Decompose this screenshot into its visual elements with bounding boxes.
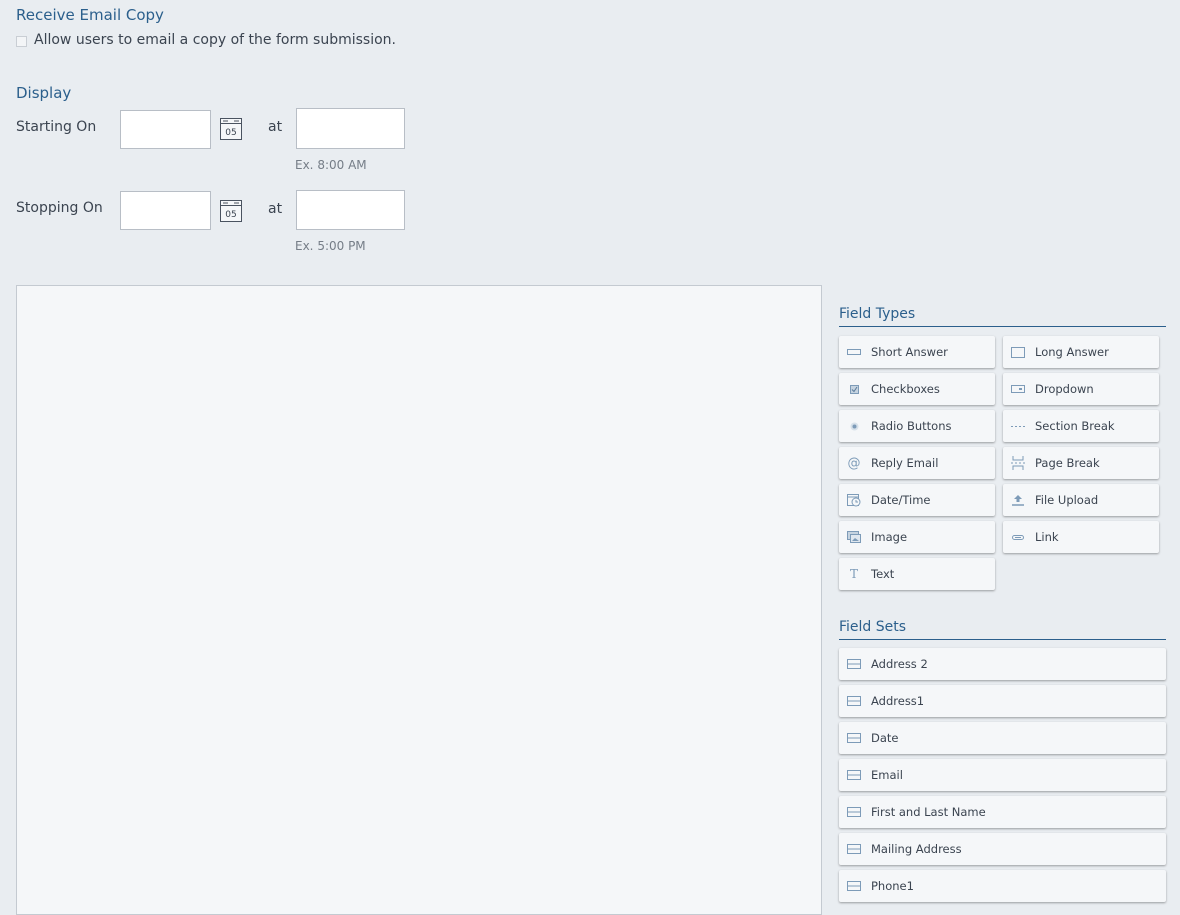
field-set-icon: [846, 841, 862, 857]
field-type-label: Image: [871, 530, 908, 544]
field-set-label: Date: [871, 731, 899, 745]
field-set-label: Address 2: [871, 657, 928, 671]
field-type-checkboxes[interactable]: Checkboxes: [839, 373, 995, 405]
image-icon: [846, 529, 862, 545]
start-time-input[interactable]: [296, 108, 405, 149]
link-icon: [1010, 529, 1026, 545]
field-set-email[interactable]: Email: [839, 759, 1166, 791]
field-set-first-and-last-name[interactable]: First and Last Name: [839, 796, 1166, 828]
field-set-phone1[interactable]: Phone1: [839, 870, 1166, 902]
stop-time-hint: Ex. 5:00 PM: [295, 239, 366, 253]
field-type-section-break[interactable]: Section Break: [1003, 410, 1159, 442]
email-copy-checkbox[interactable]: [16, 36, 27, 47]
receive-email-copy-title: Receive Email Copy: [16, 6, 164, 24]
long-answer-icon: [1010, 344, 1026, 360]
stop-date-input[interactable]: [120, 191, 211, 230]
field-type-label: Section Break: [1035, 419, 1115, 433]
field-type-reply-email[interactable]: @ Reply Email: [839, 447, 995, 479]
field-set-address-2[interactable]: Address 2: [839, 648, 1166, 680]
at-icon: @: [847, 455, 861, 471]
field-set-icon: [846, 804, 862, 820]
dropdown-icon: [1010, 381, 1026, 397]
field-type-link[interactable]: Link: [1003, 521, 1159, 553]
field-type-page-break[interactable]: Page Break: [1003, 447, 1159, 479]
field-type-label: File Upload: [1035, 493, 1099, 507]
page-break-icon: [1010, 455, 1026, 471]
display-title: Display: [16, 84, 72, 102]
field-types-header: Field Types: [839, 306, 1166, 327]
field-sets-header: Field Sets: [839, 619, 1166, 640]
field-set-label: Phone1: [871, 879, 914, 893]
field-set-icon: [846, 730, 862, 746]
field-set-icon: [846, 767, 862, 783]
calendar-icon[interactable]: 05: [220, 200, 242, 222]
field-type-label: Short Answer: [871, 345, 948, 359]
field-type-date-time[interactable]: Date/Time: [839, 484, 995, 516]
start-at-label: at: [268, 119, 283, 135]
calendar-icon[interactable]: 05: [220, 118, 242, 140]
field-type-label: Page Break: [1035, 456, 1100, 470]
field-set-label: Address1: [871, 694, 925, 708]
field-type-radio-buttons[interactable]: Radio Buttons: [839, 410, 995, 442]
checkbox-icon: [846, 381, 862, 397]
field-set-label: Mailing Address: [871, 842, 962, 856]
stopping-on-label: Stopping On: [16, 200, 103, 216]
field-set-label: First and Last Name: [871, 805, 986, 819]
field-set-icon: [846, 656, 862, 672]
field-set-label: Email: [871, 768, 903, 782]
calendar-day-text: 05: [225, 128, 236, 138]
email-copy-checkbox-label: Allow users to email a copy of the form …: [34, 32, 396, 48]
field-type-label: Long Answer: [1035, 345, 1109, 359]
start-date-input[interactable]: [120, 110, 211, 149]
field-type-short-answer[interactable]: Short Answer: [839, 336, 995, 368]
radio-icon: [846, 418, 862, 434]
short-answer-icon: [846, 344, 862, 360]
field-set-date[interactable]: Date: [839, 722, 1166, 754]
field-type-dropdown[interactable]: Dropdown: [1003, 373, 1159, 405]
field-type-label: Dropdown: [1035, 382, 1094, 396]
start-time-hint: Ex. 8:00 AM: [295, 158, 367, 172]
stop-at-label: at: [268, 201, 283, 217]
field-type-label: Date/Time: [871, 493, 931, 507]
field-type-label: Text: [871, 567, 895, 581]
field-type-long-answer[interactable]: Long Answer: [1003, 336, 1159, 368]
field-type-image[interactable]: Image: [839, 521, 995, 553]
stop-time-input[interactable]: [296, 190, 405, 230]
text-icon: T: [849, 567, 858, 581]
form-canvas[interactable]: [16, 285, 822, 915]
field-set-mailing-address[interactable]: Mailing Address: [839, 833, 1166, 865]
calendar-clock-icon: [846, 492, 862, 508]
calendar-day-text: 05: [225, 210, 236, 220]
starting-on-label: Starting On: [16, 119, 97, 135]
field-type-file-upload[interactable]: File Upload: [1003, 484, 1159, 516]
field-type-label: Reply Email: [871, 456, 939, 470]
field-type-label: Radio Buttons: [871, 419, 952, 433]
field-set-icon: [846, 693, 862, 709]
field-set-icon: [846, 878, 862, 894]
field-type-text[interactable]: T Text: [839, 558, 995, 590]
field-type-label: Checkboxes: [871, 382, 940, 396]
section-break-icon: [1010, 418, 1026, 434]
field-type-label: Link: [1035, 530, 1059, 544]
field-set-address1[interactable]: Address1: [839, 685, 1166, 717]
upload-icon: [1010, 492, 1026, 508]
